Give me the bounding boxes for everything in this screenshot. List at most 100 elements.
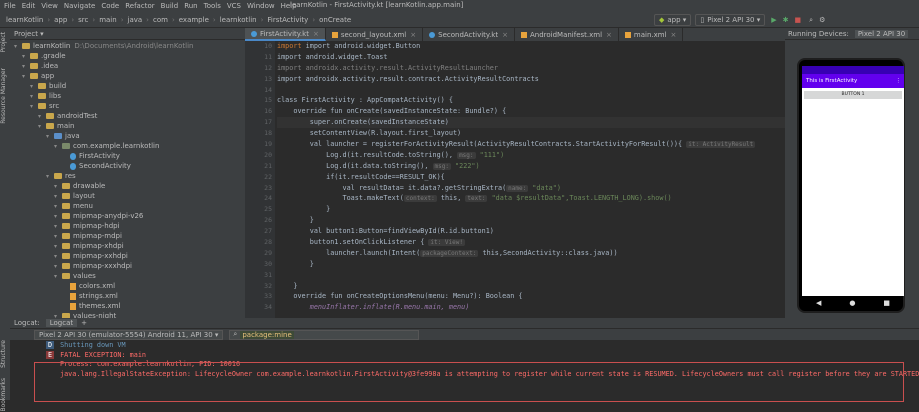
menu-tools[interactable]: Tools	[204, 2, 221, 10]
menu-refactor[interactable]: Refactor	[125, 2, 154, 10]
tree-item-src[interactable]: ▾ src	[10, 101, 245, 111]
tree-item-mipmap-xxhdpi[interactable]: ▾ mipmap-xxhdpi	[10, 251, 245, 261]
close-icon[interactable]: ×	[606, 31, 612, 39]
tree-item-label: java	[65, 132, 80, 140]
breadcrumb-java[interactable]: java	[128, 16, 143, 24]
inlay-hint: msg:	[432, 162, 451, 170]
tree-item-strings-xml[interactable]: strings.xml	[10, 291, 245, 301]
close-icon[interactable]: ×	[313, 30, 319, 38]
tree-item-label: mipmap-anydpi-v26	[73, 212, 144, 220]
debug-icon[interactable]: ✱	[783, 16, 789, 24]
tab-main-xml[interactable]: main.xml ×	[619, 28, 684, 41]
tree-item-drawable[interactable]: ▾ drawable	[10, 181, 245, 191]
menu-run[interactable]: Run	[184, 2, 197, 10]
tree-item-mipmap-anydpi-v26[interactable]: ▾ mipmap-anydpi-v26	[10, 211, 245, 221]
logcat-tab[interactable]: Logcat	[45, 319, 78, 327]
code-area[interactable]: import import android.widget.Button impo…	[277, 41, 785, 318]
tree-item-layout[interactable]: ▾ layout	[10, 191, 245, 201]
add-tab-icon[interactable]: +	[81, 319, 87, 327]
close-icon[interactable]: ×	[502, 31, 508, 39]
tree-item-values[interactable]: ▾ values	[10, 271, 245, 281]
back-icon[interactable]: ◀	[816, 299, 821, 307]
resource-manager-tab[interactable]: Resource Manager	[0, 68, 7, 124]
tree-item-secondactivity[interactable]: SecondActivity	[10, 161, 245, 171]
emulator-screen[interactable]: This is FirstActivity ⋮ BUTTON 1	[802, 66, 904, 296]
tree-item-colors-xml[interactable]: colors.xml	[10, 281, 245, 291]
tree-item-com-example-learnkotlin[interactable]: ▾ com.example.learnkotlin	[10, 141, 245, 151]
breadcrumb-app[interactable]: app	[54, 16, 67, 24]
tree-item-themes-xml[interactable]: themes.xml	[10, 301, 245, 311]
breadcrumb-oncreate[interactable]: onCreate	[319, 16, 351, 24]
line-number: 23	[264, 183, 272, 192]
tree-item-mipmap-mdpi[interactable]: ▾ mipmap-mdpi	[10, 231, 245, 241]
recents-icon[interactable]: ■	[883, 299, 890, 307]
overflow-menu-icon[interactable]: ⋮	[896, 78, 902, 84]
tree-item--gradle[interactable]: ▾ .gradle	[10, 51, 245, 61]
running-devices-title: Running Devices:	[788, 29, 849, 38]
menu-build[interactable]: Build	[161, 2, 179, 10]
bookmarks-tab[interactable]: Bookmarks	[0, 378, 7, 412]
stop-icon[interactable]: ■	[795, 16, 802, 24]
app-button-1[interactable]: BUTTON 1	[804, 91, 902, 99]
tree-item-res[interactable]: ▾ res	[10, 171, 245, 181]
settings-icon[interactable]: ⚙	[819, 16, 825, 24]
device-dropdown[interactable]: ▯ Pixel 2 API 30 ▾	[695, 14, 766, 26]
structure-tab[interactable]: Structure	[0, 340, 7, 368]
breadcrumb-main[interactable]: main	[99, 16, 117, 24]
tree-item-label: mipmap-hdpi	[73, 222, 120, 230]
menu-navigate[interactable]: Navigate	[64, 2, 95, 10]
tree-item-mipmap-hdpi[interactable]: ▾ mipmap-hdpi	[10, 221, 245, 231]
run-icon[interactable]: ▶	[771, 16, 776, 24]
tree-item-app[interactable]: ▾ app	[10, 71, 245, 81]
tree-item-androidtest[interactable]: ▾ androidTest	[10, 111, 245, 121]
tree-item-java[interactable]: ▾ java	[10, 131, 245, 141]
breadcrumb-example[interactable]: example	[179, 16, 209, 24]
breadcrumb-src[interactable]: src	[78, 16, 88, 24]
close-icon[interactable]: ×	[671, 31, 677, 39]
menu-window[interactable]: Window	[247, 2, 275, 10]
code-line-current: super.onCreate(savedInstanceState)	[277, 117, 785, 129]
tree-item--idea[interactable]: ▾ .idea	[10, 61, 245, 71]
tree-item-learnkotlin[interactable]: ▾ learnKotlin D:\Documents\Android\learnKo…	[10, 41, 245, 51]
logcat-filter-input[interactable]: ⌕ package:mine	[229, 329, 420, 340]
tree-item-mipmap-xxxhdpi[interactable]: ▾ mipmap-xxxhdpi	[10, 261, 245, 271]
breadcrumb-learnkotlin[interactable]: learnkotlin	[220, 16, 257, 24]
inlay-hint: text:	[465, 195, 488, 203]
breadcrumb-com[interactable]: com	[153, 16, 168, 24]
tab-label: FirstActivity.kt	[260, 29, 309, 38]
tree-item-mipmap-xhdpi[interactable]: ▾ mipmap-xhdpi	[10, 241, 245, 251]
folder-icon	[62, 203, 70, 209]
breadcrumb-firstactivity[interactable]: FirstActivity	[267, 16, 308, 24]
run-config-dropdown[interactable]: ◆ app ▾	[654, 14, 692, 26]
code-line: import androidx.activity.result.Activity…	[277, 63, 498, 72]
tab-firstactivity[interactable]: FirstActivity.kt ×	[245, 28, 326, 41]
run-config-label: app	[667, 16, 681, 24]
folder-icon	[62, 263, 70, 269]
menu-edit[interactable]: Edit	[22, 2, 36, 10]
breadcrumb-project[interactable]: learnKotlin	[6, 16, 43, 24]
tree-item-firstactivity[interactable]: FirstActivity	[10, 151, 245, 161]
tree-item-label: res	[65, 172, 76, 180]
menu-code[interactable]: Code	[101, 2, 119, 10]
code-line: import import android.widget.Button	[277, 42, 421, 50]
search-icon[interactable]: ⌕	[809, 16, 813, 25]
menu-vcs[interactable]: VCS	[227, 2, 241, 10]
logcat-device-dropdown[interactable]: Pixel 2 API 30 (emulator-5554) Android 1…	[34, 329, 224, 340]
folder-icon	[38, 83, 46, 89]
home-icon[interactable]: ●	[849, 299, 855, 307]
close-icon[interactable]: ×	[410, 31, 416, 39]
tree-item-main[interactable]: ▾ main	[10, 121, 245, 131]
tab-second-layout[interactable]: second_layout.xml ×	[326, 28, 424, 41]
tab-manifest[interactable]: AndroidManifest.xml ×	[515, 28, 619, 41]
tab-secondactivity[interactable]: SecondActivity.kt ×	[423, 28, 515, 41]
device-tab[interactable]: Pixel 2 API 30	[854, 29, 909, 38]
tree-item-build[interactable]: ▾ build	[10, 81, 245, 91]
menu-file[interactable]: File	[4, 2, 16, 10]
tree-item-libs[interactable]: ▾ libs	[10, 91, 245, 101]
tab-label: main.xml	[633, 30, 667, 39]
tree-item-menu[interactable]: ▾ menu	[10, 201, 245, 211]
menu-view[interactable]: View	[41, 2, 58, 10]
project-view-dropdown[interactable]: Project	[14, 30, 38, 38]
project-tool-tab[interactable]: Project	[0, 32, 7, 53]
package-icon	[62, 143, 70, 149]
